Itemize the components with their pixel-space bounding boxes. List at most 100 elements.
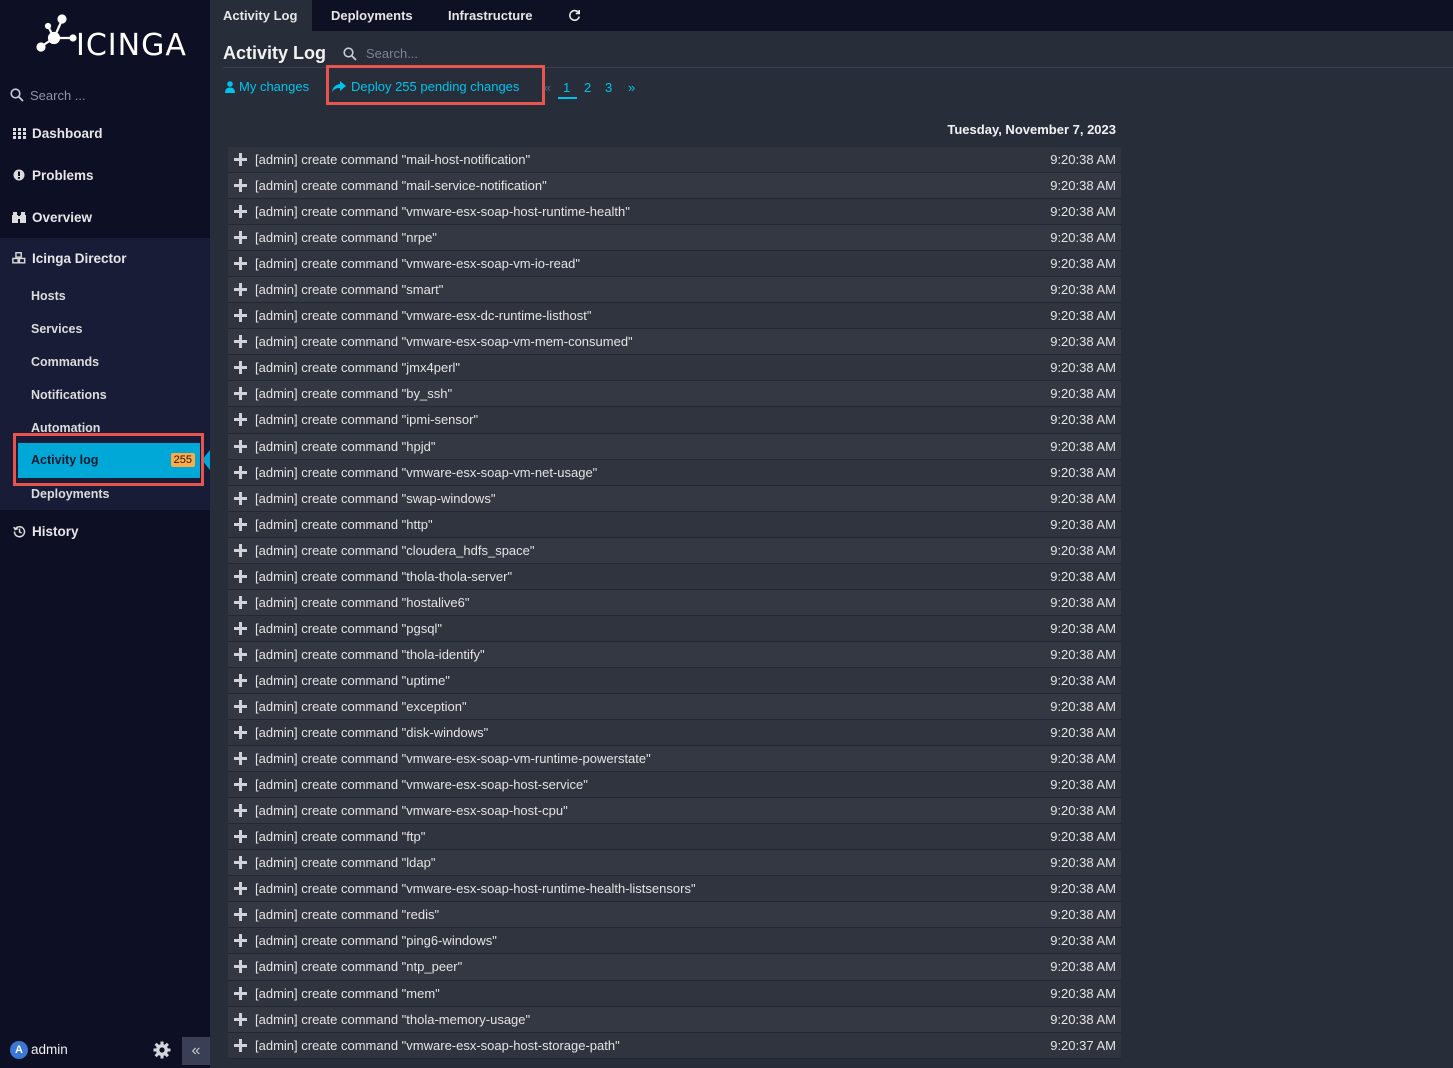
log-entry-text[interactable]: [admin] create command "mail-host-notifi… [255, 152, 530, 167]
log-entry-text[interactable]: [admin] create command "ldap" [255, 855, 435, 870]
nav-commands[interactable]: Commands [31, 355, 99, 369]
log-entry-text[interactable]: [admin] create command "vmware-esx-soap-… [255, 751, 651, 766]
log-entry-text[interactable]: [admin] create command "exception" [255, 699, 467, 714]
table-row[interactable]: [admin] create command "smart" 9:20:38 AM [228, 277, 1121, 304]
table-row[interactable]: [admin] create command "thola-identify" 9… [228, 641, 1121, 668]
table-row[interactable]: [admin] create command "exception" 9:20:3… [228, 693, 1121, 721]
log-entry-text[interactable]: [admin] create command "ntp_peer" [255, 959, 462, 974]
tab-activity-log[interactable]: Activity Log [210, 0, 312, 31]
pagination-page-1[interactable]: 1 [563, 80, 570, 95]
log-entry-text[interactable]: [admin] create command "http" [255, 517, 433, 532]
gear-icon[interactable] [153, 1041, 171, 1064]
refresh-icon[interactable] [568, 0, 581, 31]
table-row[interactable]: [admin] create command "thola-memory-usa… [228, 1006, 1121, 1033]
log-entry-text[interactable]: [admin] create command "vmware-esx-soap-… [255, 803, 568, 818]
nav-deployments[interactable]: Deployments [31, 487, 110, 501]
log-entry-text[interactable]: [admin] create command "vmware-esx-soap-… [255, 334, 633, 349]
table-row[interactable]: [admin] create command "nrpe" 9:20:38 AM [228, 225, 1121, 252]
collapse-sidebar-button[interactable]: « [182, 1037, 210, 1065]
nav-dashboard[interactable]: Dashboard [0, 113, 210, 153]
avatar[interactable]: A [10, 1041, 28, 1059]
log-entry-text[interactable]: [admin] create command "jmx4perl" [255, 360, 460, 375]
icinga-logo[interactable]: icinga [36, 12, 186, 64]
log-entry-text[interactable]: [admin] create command "vmware-esx-soap-… [255, 881, 696, 896]
log-entry-text[interactable]: [admin] create command "cloudera_hdfs_sp… [255, 543, 535, 558]
log-entry-text[interactable]: [admin] create command "pgsql" [255, 621, 442, 636]
nav-services[interactable]: Services [31, 322, 82, 336]
my-changes-link[interactable]: My changes [225, 79, 309, 94]
table-row[interactable]: [admin] create command "ntp_peer" 9:20:38… [228, 954, 1121, 981]
log-entry-text[interactable]: [admin] create command "vmware-esx-dc-ru… [255, 308, 592, 323]
log-entry-text[interactable]: [admin] create command "disk-windows" [255, 725, 488, 740]
pagination-next[interactable]: » [628, 80, 635, 95]
table-row[interactable]: [admin] create command "http" 9:20:38 AM [228, 511, 1121, 538]
log-entry-text[interactable]: [admin] create command "thola-identify" [255, 647, 485, 662]
table-row[interactable]: [admin] create command "vmware-esx-soap-… [228, 459, 1121, 486]
nav-icinga-director[interactable]: Icinga Director [0, 238, 210, 278]
nav-overview[interactable]: Overview [0, 197, 210, 237]
log-entry-text[interactable]: [admin] create command "thola-thola-serv… [255, 569, 512, 584]
table-row[interactable]: [admin] create command "vmware-esx-soap-… [228, 1032, 1121, 1059]
table-row[interactable]: [admin] create command "ping6-windows" 9:… [228, 928, 1121, 955]
tab-deployments[interactable]: Deployments [331, 0, 413, 31]
log-entry-text[interactable]: [admin] create command "vmware-esx-soap-… [255, 256, 580, 271]
table-row[interactable]: [admin] create command "pgsql" 9:20:38 AM [228, 615, 1121, 642]
table-row[interactable]: [admin] create command "vmware-esx-soap-… [228, 329, 1121, 356]
log-entry-text[interactable]: [admin] create command "nrpe" [255, 230, 437, 245]
table-row[interactable]: [admin] create command "uptime" 9:20:38 A… [228, 667, 1121, 694]
log-entry-time: 9:20:38 AM [1050, 152, 1116, 167]
table-row[interactable]: [admin] create command "redis" 9:20:38 AM [228, 902, 1121, 929]
table-row[interactable]: [admin] create command "cloudera_hdfs_sp… [228, 537, 1121, 564]
log-entry-text[interactable]: [admin] create command "vmware-esx-soap-… [255, 1038, 620, 1053]
table-row[interactable]: [admin] create command "hostalive6" 9:20:… [228, 589, 1121, 616]
table-row[interactable]: [admin] create command "mail-service-not… [228, 173, 1121, 200]
table-row[interactable]: [admin] create command "vmware-esx-soap-… [228, 798, 1121, 825]
log-entry-text[interactable]: [admin] create command "vmware-esx-soap-… [255, 777, 588, 792]
log-entry-text[interactable]: [admin] create command "ftp" [255, 829, 425, 844]
table-row[interactable]: [admin] create command "vmware-esx-dc-ru… [228, 303, 1121, 330]
nav-hosts[interactable]: Hosts [31, 289, 66, 303]
pagination-page-2[interactable]: 2 [584, 80, 591, 95]
log-entry-text[interactable]: [admin] create command "vmware-esx-soap-… [255, 465, 597, 480]
table-row[interactable]: [admin] create command "jmx4perl" 9:20:38… [228, 355, 1121, 382]
table-row[interactable]: [admin] create command "swap-windows" 9:2… [228, 485, 1121, 512]
table-row[interactable]: [admin] create command "ldap" 9:20:38 AM [228, 850, 1121, 877]
nav-problems[interactable]: Problems [0, 155, 210, 195]
nav-notifications[interactable]: Notifications [31, 388, 107, 402]
log-entry-time: 9:20:38 AM [1050, 829, 1116, 845]
content-search-input[interactable]: Search... [343, 46, 418, 61]
log-entry-text[interactable]: [admin] create command "by_ssh" [255, 386, 452, 401]
log-entry-time: 9:20:38 AM [1050, 490, 1116, 506]
table-row[interactable]: [admin] create command "disk-windows" 9:2… [228, 720, 1121, 747]
table-row[interactable]: [admin] create command "vmware-esx-soap-… [228, 876, 1121, 903]
sidebar-search[interactable]: Search ... [10, 84, 200, 106]
log-entry-text[interactable]: [admin] create command "smart" [255, 282, 443, 297]
log-entry-text[interactable]: [admin] create command "mem" [255, 986, 440, 1001]
table-row[interactable]: [admin] create command "vmware-esx-soap-… [228, 199, 1121, 226]
pagination-page-3[interactable]: 3 [605, 80, 612, 95]
tab-infrastructure[interactable]: Infrastructure [448, 0, 533, 31]
table-row[interactable]: [admin] create command "ipmi-sensor" 9:20… [228, 407, 1121, 434]
table-row[interactable]: [admin] create command "by_ssh" 9:20:38 A… [228, 381, 1121, 408]
log-entry-text[interactable]: [admin] create command "mail-service-not… [255, 178, 547, 193]
table-row[interactable]: [admin] create command "ftp" 9:20:38 AM [228, 824, 1121, 851]
table-row[interactable]: [admin] create command "mem" 9:20:38 AM [228, 980, 1121, 1007]
log-entry-text[interactable]: [admin] create command "uptime" [255, 673, 450, 688]
log-entry-text[interactable]: [admin] create command "hpjd" [255, 439, 435, 454]
table-row[interactable]: [admin] create command "mail-host-notifi… [228, 147, 1121, 174]
log-entry-text[interactable]: [admin] create command "hostalive6" [255, 595, 469, 610]
table-row[interactable]: [admin] create command "vmware-esx-soap-… [228, 251, 1121, 278]
table-row[interactable]: [admin] create command "vmware-esx-soap-… [228, 746, 1121, 773]
username[interactable]: admin [31, 1042, 68, 1057]
log-entry-text[interactable]: [admin] create command "vmware-esx-soap-… [255, 204, 630, 219]
pagination-prev[interactable]: « [544, 80, 551, 95]
nav-history[interactable]: History [0, 511, 210, 551]
log-entry-text[interactable]: [admin] create command "thola-memory-usa… [255, 1012, 530, 1027]
table-row[interactable]: [admin] create command "vmware-esx-soap-… [228, 772, 1121, 799]
log-entry-text[interactable]: [admin] create command "ping6-windows" [255, 933, 497, 948]
log-entry-text[interactable]: [admin] create command "ipmi-sensor" [255, 412, 478, 427]
log-entry-text[interactable]: [admin] create command "redis" [255, 907, 439, 922]
table-row[interactable]: [admin] create command "thola-thola-serv… [228, 563, 1121, 590]
log-entry-text[interactable]: [admin] create command "swap-windows" [255, 491, 495, 506]
table-row[interactable]: [admin] create command "hpjd" 9:20:38 AM [228, 433, 1121, 460]
